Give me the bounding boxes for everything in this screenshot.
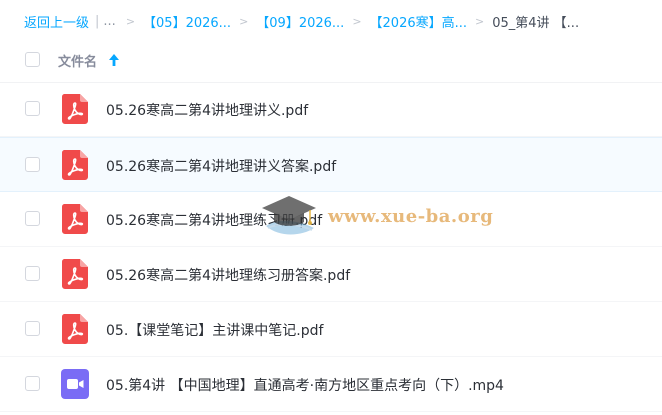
file-name[interactable]: 05.【课堂笔记】主讲课中笔记.pdf (106, 320, 323, 340)
file-row[interactable]: 05.26寒高二第4讲地理练习册.pdf (0, 192, 662, 247)
file-browser: 返回上一级 | ... > 【05】2026... > 【09】2026... … (0, 0, 662, 415)
file-list: 05.26寒高二第4讲地理讲义.pdf 05.26寒高二第4讲地理讲义答案.pd… (0, 82, 662, 412)
breadcrumb-ellipsis[interactable]: ... (103, 14, 115, 29)
select-all-checkbox[interactable] (25, 52, 40, 67)
breadcrumb-divider: | (95, 13, 100, 29)
video-file-icon (61, 369, 89, 399)
pdf-file-icon (61, 150, 88, 180)
row-checkbox[interactable] (25, 211, 40, 226)
chevron-right-icon: > (239, 14, 249, 28)
chevron-right-icon: > (475, 14, 485, 28)
file-row[interactable]: 05.26寒高二第4讲地理练习册答案.pdf (0, 247, 662, 302)
breadcrumb-item-3[interactable]: 【2026寒】高... (370, 12, 467, 31)
file-name[interactable]: 05.26寒高二第4讲地理练习册答案.pdf (106, 265, 350, 285)
file-row[interactable]: 05.26寒高二第4讲地理讲义.pdf (0, 82, 662, 137)
breadcrumb-item-2[interactable]: 【09】2026... (256, 12, 344, 31)
breadcrumb-item-1[interactable]: 【05】2026... (143, 12, 231, 31)
breadcrumb: 返回上一级 | ... > 【05】2026... > 【09】2026... … (24, 11, 579, 31)
chevron-right-icon: > (352, 14, 362, 28)
pdf-file-icon (61, 204, 88, 234)
file-name[interactable]: 05.26寒高二第4讲地理讲义答案.pdf (106, 156, 336, 176)
row-checkbox[interactable] (25, 157, 40, 172)
file-name[interactable]: 05.第4讲 【中国地理】直通高考·南方地区重点考向（下）.mp4 (106, 375, 504, 395)
pdf-file-icon (61, 259, 88, 289)
chevron-right-icon: > (125, 14, 136, 28)
file-row[interactable]: 05.第4讲 【中国地理】直通高考·南方地区重点考向（下）.mp4 (0, 357, 662, 412)
file-name[interactable]: 05.26寒高二第4讲地理讲义.pdf (106, 100, 308, 120)
list-header: 文件名 (0, 40, 662, 83)
filename-column-header[interactable]: 文件名 (58, 51, 97, 70)
arrow-up-icon[interactable] (108, 53, 120, 67)
back-link[interactable]: 返回上一级 (24, 12, 89, 31)
breadcrumb-current: 05_第4讲 【... (492, 15, 580, 31)
file-row[interactable]: 05.【课堂笔记】主讲课中笔记.pdf (0, 302, 662, 357)
file-name[interactable]: 05.26寒高二第4讲地理练习册.pdf (106, 210, 322, 230)
pdf-file-icon (61, 314, 88, 344)
row-checkbox[interactable] (25, 266, 40, 281)
pdf-file-icon (61, 94, 88, 124)
row-checkbox[interactable] (25, 101, 40, 116)
row-checkbox[interactable] (25, 376, 40, 391)
file-row[interactable]: 05.26寒高二第4讲地理讲义答案.pdf (0, 137, 662, 192)
row-checkbox[interactable] (25, 321, 40, 336)
